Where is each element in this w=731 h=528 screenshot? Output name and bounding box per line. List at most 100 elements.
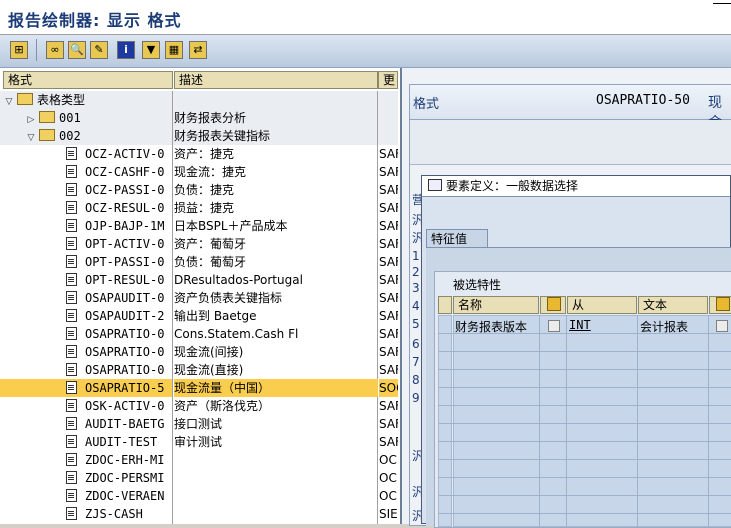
list-item[interactable]: OCZ-RESUL-0损益：捷克SAF: [0, 199, 398, 217]
format-tree-panel: 格式 描述 更 ▽ 表格类型 ▷ 001 财务报表分析 ▽ 002 财务报表关键指标 …: [0, 68, 402, 524]
document-icon: [66, 147, 77, 160]
format-code: OSAPRATIO-50: [596, 93, 690, 108]
layout-icon[interactable]: ▦: [165, 41, 183, 59]
list-item[interactable]: OSAPAUDIT-2输出到 BaetgeSAF: [0, 307, 398, 325]
tab-content: 被选特性 名称 从 文本 财务报表版本 INT 会计报表: [426, 247, 731, 528]
column-header-description[interactable]: 描述: [174, 71, 378, 89]
document-icon: [66, 363, 77, 376]
format-subheader: [410, 120, 731, 165]
format-header: 格式 OSAPRATIO-50 现金: [410, 85, 731, 131]
document-icon: [66, 201, 77, 214]
group-title: 被选特性: [453, 278, 502, 292]
folder-icon: [17, 93, 33, 105]
application-toolbar: ⊞ ∞ 🔍 ✎ i ▼ ▦ ⇄: [0, 35, 731, 68]
grid-line: [438, 405, 731, 406]
tree-node-group[interactable]: ▽ 002 财务报表关键指标: [0, 127, 398, 145]
list-item[interactable]: OPT-RESUL-0DResultados-PortugalSAF: [0, 271, 398, 289]
document-icon: [66, 255, 77, 268]
column-header-icon[interactable]: [540, 296, 566, 314]
grid-line: [438, 441, 731, 442]
list-item[interactable]: OSAPRATIO-0现金流(直接)SAF: [0, 361, 398, 379]
grid-line: [438, 351, 731, 352]
dialog-title: 要素定义：一般数据选择: [446, 179, 579, 193]
folder-icon: [39, 129, 55, 141]
list-item[interactable]: ZJS-CASH SIE: [0, 505, 398, 523]
cell-from[interactable]: INT: [569, 318, 591, 332]
selected-characteristics-group: 被选特性 名称 从 文本 财务报表版本 INT 会计报表: [434, 271, 731, 528]
column-header-text[interactable]: 文本: [638, 296, 708, 314]
document-icon: [66, 489, 77, 502]
element-definition-dialog: 要素定义：一般数据选择 特征值 被选特性 名称 从 文本 财务报表版本 INT …: [421, 175, 731, 528]
grid-line: [438, 387, 731, 388]
list-item[interactable]: ZDOC-PERSMI OC: [0, 469, 398, 487]
document-icon: [66, 399, 77, 412]
column-header-from[interactable]: 从: [567, 296, 637, 314]
document-icon: [66, 237, 77, 250]
list-item[interactable]: OCZ-PASSI-0负债：捷克SAF: [0, 181, 398, 199]
filter-settings-icon: [547, 297, 561, 311]
list-item[interactable]: ZDOC-VERAEN OC: [0, 487, 398, 505]
list-item[interactable]: OSAPAUDIT-0资产负债表关键指标SAF: [0, 289, 398, 307]
document-icon: [66, 345, 77, 358]
tree-node-root[interactable]: ▽ 表格类型: [0, 91, 398, 109]
list-item[interactable]: OSK-ACTIV-0资产（斯洛伐克）SAF: [0, 397, 398, 415]
folder-icon: [39, 111, 55, 123]
column-header-icon[interactable]: [709, 296, 731, 314]
document-icon: [66, 435, 77, 448]
column-header-more[interactable]: 更: [378, 71, 398, 89]
filter-settings-icon: [716, 297, 730, 311]
document-icon: [66, 507, 77, 520]
window-icon: [428, 179, 442, 191]
column-header-name[interactable]: 名称: [453, 296, 539, 314]
tree-node-group[interactable]: ▷ 001 财务报表分析: [0, 109, 398, 127]
grid-line: [438, 477, 731, 478]
list-item[interactable]: AUDIT-TEST审计测试SAF: [0, 433, 398, 451]
grid-line: [438, 333, 731, 334]
window-titlebar: 报告绘制器: 显示 格式: [0, 0, 731, 35]
find-icon[interactable]: 🔍: [68, 41, 86, 59]
document-icon: [66, 453, 77, 466]
grid-line: [438, 369, 731, 370]
dialog-titlebar: 要素定义：一般数据选择: [422, 176, 730, 197]
collapse-triangle-icon[interactable]: ▽: [26, 129, 36, 145]
glasses-icon[interactable]: ∞: [46, 41, 64, 59]
document-icon: [66, 165, 77, 178]
list-item[interactable]: OPT-ACTIV-0资产：葡萄牙SAF: [0, 235, 398, 253]
grid-line: [438, 495, 731, 496]
document-icon: [66, 183, 77, 196]
row-selector-header[interactable]: [438, 296, 452, 314]
document-icon: [66, 273, 77, 286]
list-item[interactable]: OJP-BAJP-1M日本BSPL＋产品成本SAF: [0, 217, 398, 235]
list-item[interactable]: OCZ-ACTIV-0资产：捷克SAF: [0, 145, 398, 163]
list-item-selected[interactable]: OSAPRATIO-5现金流量（中国）SOO: [0, 379, 398, 397]
list-item[interactable]: AUDIT-BAETG接口测试SAF: [0, 415, 398, 433]
row-checkbox[interactable]: [716, 320, 728, 332]
row-checkbox[interactable]: [548, 320, 560, 332]
format-label: 格式: [413, 97, 440, 112]
hierarchy-icon[interactable]: ⊞: [10, 41, 28, 59]
list-item[interactable]: OSAPRATIO-0Cons.Statem.Cash FlSAF: [0, 325, 398, 343]
toolbar-separator: [36, 39, 38, 61]
edit-icon[interactable]: ✎: [90, 41, 108, 59]
grid-line: [438, 423, 731, 424]
list-item[interactable]: OCZ-CASHF-0现金流：捷克SAF: [0, 163, 398, 181]
info-icon[interactable]: i: [117, 41, 135, 59]
window-title: 报告绘制器: 显示 格式: [8, 11, 182, 30]
expand-triangle-icon[interactable]: ▷: [26, 111, 36, 127]
list-item[interactable]: OSAPRATIO-0现金流(间接)SAF: [0, 343, 398, 361]
column-header-format[interactable]: 格式: [3, 71, 173, 89]
document-icon: [66, 381, 77, 394]
grid-line: [438, 513, 731, 514]
list-item[interactable]: OPT-PASSI-0负债：葡萄牙SAF: [0, 253, 398, 271]
document-icon: [66, 219, 77, 232]
grid-line: [438, 459, 731, 460]
document-icon: [66, 327, 77, 340]
list-item[interactable]: ZDOC-ERH-MI OC: [0, 451, 398, 469]
export-icon[interactable]: ⇄: [189, 41, 207, 59]
document-icon: [66, 417, 77, 430]
document-icon: [66, 471, 77, 484]
collapse-triangle-icon[interactable]: ▽: [4, 93, 14, 109]
tab-characteristic-values[interactable]: 特征值: [426, 229, 488, 248]
title-divider: [713, 3, 731, 4]
filter-icon[interactable]: ▼: [142, 41, 160, 59]
